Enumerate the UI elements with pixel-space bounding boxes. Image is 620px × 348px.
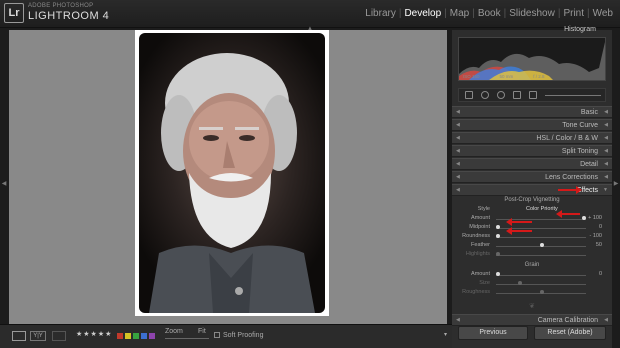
portrait-illustration: [149, 53, 315, 313]
panel-split-toning[interactable]: ◀ Split Toning ◀: [452, 145, 612, 157]
histogram-title[interactable]: Histogram: [458, 26, 606, 33]
vignette-highlights-slider[interactable]: Highlights: [462, 251, 602, 259]
histogram-info: ISO 160 50 mm f / 2.8: [463, 74, 545, 79]
left-panel-toggle-icon[interactable]: ◀: [1, 180, 7, 187]
post-crop-vignetting-title: Post-Crop Vignetting: [504, 197, 560, 203]
yellow-label-icon[interactable]: [125, 333, 131, 339]
grid-tool-icon[interactable]: [465, 91, 473, 99]
soft-proofing-checkbox[interactable]: [214, 332, 220, 338]
lightroom-logo: Lr: [4, 3, 24, 23]
panel-detail[interactable]: ◀ Detail ◀: [452, 158, 612, 170]
panel-camera-calibration[interactable]: ◀ Camera Calibration ◀: [452, 314, 612, 326]
purple-label-icon[interactable]: [149, 333, 155, 339]
color-labels: [117, 333, 155, 339]
image-view[interactable]: [9, 30, 447, 324]
panel-end-ornament-icon: ❦: [529, 303, 535, 310]
grain-title: Grain: [524, 262, 540, 268]
vignette-midpoint-slider[interactable]: Midpoint 0: [462, 224, 602, 232]
green-label-icon[interactable]: [133, 333, 139, 339]
panel-effects[interactable]: ◀ Effects ▼: [452, 184, 612, 196]
annotation-arrow-roundness: [506, 227, 532, 235]
brand-title: LIGHTROOM 4: [28, 10, 110, 22]
zoom-label: Zoom: [165, 328, 183, 335]
previous-button[interactable]: Previous: [458, 326, 528, 340]
module-book[interactable]: Book: [475, 8, 504, 19]
right-panel-toggle-icon[interactable]: ▶: [613, 180, 619, 187]
module-develop[interactable]: Develop: [401, 8, 444, 19]
vignette-roundness-slider[interactable]: Roundness - 100: [462, 233, 602, 241]
tool-strip: [458, 88, 606, 102]
module-map[interactable]: Map: [447, 8, 472, 19]
panel-basic[interactable]: ◀ Basic ◀: [452, 106, 612, 118]
annotation-arrow-amount: [556, 210, 580, 218]
module-library[interactable]: Library: [362, 8, 399, 19]
vignette-amount-slider[interactable]: Amount + 100: [462, 215, 602, 223]
photo-frame: [135, 30, 329, 316]
brand-subtitle: ADOBE PHOTOSHOP: [28, 3, 94, 9]
spot-removal-icon[interactable]: [497, 91, 505, 99]
panel-hsl[interactable]: ◀ HSL / Color / B & W ◀: [452, 132, 612, 144]
annotation-arrow-effects: [558, 186, 582, 194]
soft-proofing-label: Soft Proofing: [223, 332, 264, 339]
vignette-feather-slider[interactable]: Feather 50: [462, 242, 602, 250]
module-slideshow[interactable]: Slideshow: [506, 8, 558, 19]
reset-button[interactable]: Reset (Adobe): [534, 326, 606, 340]
module-web[interactable]: Web: [590, 8, 616, 19]
brush-slider[interactable]: [545, 95, 601, 96]
graduated-filter-icon[interactable]: [529, 91, 537, 99]
redeye-tool-icon[interactable]: [513, 91, 521, 99]
grain-amount-slider[interactable]: Amount 0: [462, 271, 602, 279]
crop-overlay-icon[interactable]: [52, 331, 66, 341]
portrait-photo: [139, 33, 325, 313]
module-print[interactable]: Print: [560, 8, 587, 19]
before-after-icon[interactable]: Y|Y: [30, 331, 46, 341]
rating-stars[interactable]: ★★★★★: [76, 330, 112, 338]
right-panel: ISO 160 50 mm f / 2.8 Histogram ◀ Basic ◀ ◀ T…: [452, 26, 612, 348]
top-bar: Lr ADOBE PHOTOSHOP LIGHTROOM 4 Library | …: [0, 0, 620, 28]
vignette-style-row: Style Color Priority: [477, 206, 558, 212]
annotation-arrow-midpoint: [506, 218, 532, 226]
panel-lens-corrections[interactable]: ◀ Lens Corrections ◀: [452, 171, 612, 183]
panel-tone-curve[interactable]: ◀ Tone Curve ◀: [452, 119, 612, 131]
toolbar-menu-icon[interactable]: ▾: [444, 331, 447, 338]
grain-size-slider[interactable]: Size: [462, 280, 602, 288]
zoom-slider[interactable]: [165, 338, 209, 339]
crop-tool-icon[interactable]: [481, 91, 489, 99]
red-label-icon[interactable]: [117, 333, 123, 339]
blue-label-icon[interactable]: [141, 333, 147, 339]
histogram: ISO 160 50 mm f / 2.8: [458, 37, 606, 81]
loupe-view-icon[interactable]: [12, 331, 26, 341]
grain-roughness-slider[interactable]: Roughness: [462, 289, 602, 297]
fit-label: Fit: [198, 328, 206, 335]
module-picker: Library | Develop | Map | Book | Slideshow | …: [362, 8, 616, 19]
bottom-toolbar: Y|Y ★★★★★ Zoom Fit Soft Proofing ▾: [0, 324, 454, 348]
